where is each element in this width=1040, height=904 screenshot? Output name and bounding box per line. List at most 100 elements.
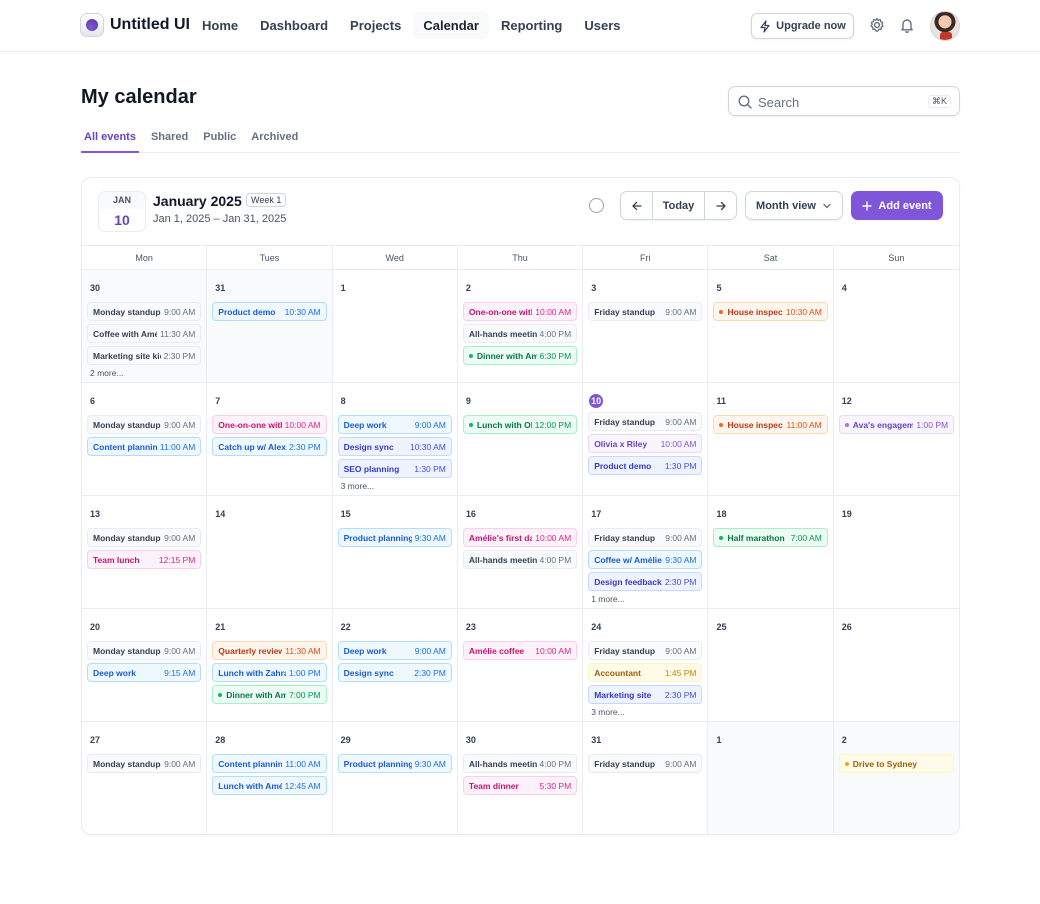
day-cell[interactable]: 16 Amélie's first day 10:00 AM All-hands me… [457, 496, 584, 609]
day-cell[interactable]: 7 One-on-one with Eva10:00 AM Catch up w/ … [207, 383, 333, 496]
day-cell[interactable]: 13 Monday standup 9:00 AM Team lunch 12:15 P… [82, 496, 208, 609]
day-cell[interactable]: 6 Monday standup 9:00 AM Content planning 11… [82, 383, 208, 496]
event-chip[interactable]: House inspection11:00 AM [713, 415, 828, 434]
event-chip[interactable]: Dinner with Amélie7:00 PM [212, 685, 327, 704]
logo[interactable]: Untitled UI [80, 13, 190, 37]
day-cell[interactable]: 9 Lunch with Olivia12:00 PM [457, 383, 584, 496]
event-chip[interactable]: Marketing site kickoff2:30 PM [87, 346, 202, 365]
event-chip[interactable]: One-on-one with Eva10:00 AM [212, 415, 327, 434]
event-chip[interactable]: Friday standup 9:00 AM [588, 412, 703, 431]
event-chip[interactable]: All-hands meeting 4:00 PM [462, 550, 578, 569]
day-cell[interactable]: 18 Half marathon 7:00 AM [708, 496, 834, 609]
day-cell[interactable]: 24 Friday standup 9:00 AM Accountant 1:45 PM… [583, 609, 709, 722]
event-chip[interactable]: Coffee with Amélie11:30 AM [87, 324, 202, 343]
day-cell[interactable]: 1 [332, 270, 458, 383]
user-avatar[interactable] [930, 11, 960, 41]
nav-item-projects[interactable]: Projects [340, 12, 411, 39]
day-cell[interactable]: 30 Monday standup9:00 AM Coffee with Améli… [82, 270, 208, 383]
day-cell[interactable]: 22 Deep work 9:00 AM Design sync 2:30 PM [332, 609, 458, 722]
event-chip[interactable]: Team lunch 12:15 PM [87, 550, 202, 569]
event-chip[interactable]: Monday standup 9:00 AM [87, 528, 202, 547]
day-cell[interactable]: 8 Deep work 9:00 AM Design sync 10:30 AM SEO … [332, 383, 458, 496]
day-cell[interactable]: 5 House inspection10:30 AM [708, 270, 834, 383]
tab-all-events[interactable]: All events [81, 124, 139, 153]
day-cell[interactable]: 1 [708, 722, 834, 834]
notification-bell-icon[interactable] [898, 16, 916, 34]
event-chip[interactable]: Monday standup 9:00 AM [87, 302, 202, 321]
day-cell[interactable]: 26 [833, 609, 959, 722]
day-cell[interactable]: 31 Product demo 10:30 AM [207, 270, 333, 383]
today-button[interactable]: Today [652, 192, 705, 219]
event-chip[interactable]: Friday standup 9:00 AM [588, 641, 703, 660]
day-cell[interactable]: 14 [207, 496, 333, 609]
event-chip[interactable]: Friday standup 9:00 AM [588, 754, 703, 773]
more-events-link[interactable]: 3 more... [341, 481, 452, 491]
event-chip[interactable]: Deep work 9:00 AM [337, 415, 452, 434]
day-cell[interactable]: 10 Friday standup 9:00 AM Olivia x Riley 10:… [583, 383, 709, 496]
event-chip[interactable]: Drive to Sydney [838, 754, 955, 773]
event-chip[interactable]: Content planning 11:00 AM [212, 754, 327, 773]
day-cell[interactable]: 3 Friday standup 9:00 AM [583, 270, 709, 383]
day-cell[interactable]: 15 Product planning 9:30 AM [332, 496, 458, 609]
event-chip[interactable]: All-hands meeting 4:00 PM [462, 324, 578, 343]
more-events-link[interactable]: 1 more... [591, 594, 702, 604]
more-events-link[interactable]: 2 more... [90, 368, 201, 378]
day-cell[interactable]: 23 Amélie coffee 10:00 AM [457, 609, 584, 722]
day-cell[interactable]: 30 All-hands meeting 4:00 PM Team dinner 5:3… [458, 722, 584, 834]
event-chip[interactable]: Friday standup 9:00 AM [588, 302, 703, 321]
event-chip[interactable]: Product demo 10:30 AM [212, 302, 327, 321]
previous-month-button[interactable] [621, 192, 652, 219]
event-chip[interactable]: Monday standup 9:00 AM [87, 641, 202, 660]
event-chip[interactable]: Design sync 2:30 PM [337, 663, 452, 682]
event-chip[interactable]: Lunch with Olivia12:00 PM [462, 415, 578, 434]
event-chip[interactable]: Half marathon 7:00 AM [713, 528, 828, 547]
event-chip[interactable]: Accountant 1:45 PM [588, 663, 703, 682]
day-cell[interactable]: 27 Monday standup 9:00 AM [82, 722, 208, 834]
tab-shared[interactable]: Shared [148, 124, 191, 153]
event-chip[interactable]: Coffee w/ Amélie 9:30 AM [588, 550, 703, 569]
add-event-button[interactable]: Add event [851, 191, 943, 220]
tab-public[interactable]: Public [200, 124, 239, 153]
event-chip[interactable]: House inspection10:30 AM [713, 302, 828, 321]
event-chip[interactable]: Friday standup 9:00 AM [588, 528, 703, 547]
filter-circle-icon[interactable] [589, 198, 604, 213]
event-chip[interactable]: Monday standup 9:00 AM [87, 415, 202, 434]
event-chip[interactable]: Content planning 11:00 AM [87, 437, 202, 456]
day-cell[interactable]: 12 Ava's engagement party1:00 PM [833, 383, 959, 496]
day-cell[interactable]: 4 [833, 270, 959, 383]
event-chip[interactable]: Amélie's first day 10:00 AM [462, 528, 578, 547]
event-chip[interactable]: Ava's engagement party1:00 PM [838, 415, 955, 434]
settings-gear-icon[interactable] [868, 16, 886, 34]
day-cell[interactable]: 2 Drive to Sydney [833, 722, 959, 834]
nav-item-users[interactable]: Users [574, 12, 630, 39]
event-chip[interactable]: All-hands meeting 4:00 PM [462, 754, 578, 773]
day-cell[interactable]: 29 Product planning 9:30 AM [333, 722, 458, 834]
next-month-button[interactable] [705, 192, 736, 219]
event-chip[interactable]: Product planning 9:30 AM [337, 754, 452, 773]
event-chip[interactable]: Design feedback 2:30 PM [588, 572, 703, 591]
day-cell[interactable]: 17 Friday standup 9:00 AM Coffee w/ Amélie 9… [583, 496, 709, 609]
nav-item-dashboard[interactable]: Dashboard [250, 12, 338, 39]
event-chip[interactable]: Olivia x Riley 10:00 AM [588, 434, 703, 453]
event-chip[interactable]: Marketing site 2:30 PM [588, 685, 703, 704]
event-chip[interactable]: Product planning 9:30 AM [337, 528, 452, 547]
event-chip[interactable]: Lunch with Amélie12:45 AM [212, 776, 327, 795]
event-chip[interactable]: SEO planning 1:30 PM [337, 459, 452, 478]
event-chip[interactable]: Lunch with Zahra 1:00 PM [212, 663, 327, 682]
day-cell[interactable]: 11 House inspection11:00 AM [708, 383, 834, 496]
search-input[interactable]: Search ⌘K [728, 86, 960, 116]
event-chip[interactable]: Dinner with Amélie6:30 PM [462, 346, 578, 365]
event-chip[interactable]: Monday standup 9:00 AM [87, 754, 202, 773]
event-chip[interactable]: One-on-one with Eva10:00 AM [462, 302, 578, 321]
event-chip[interactable]: Product demo 1:30 PM [588, 456, 703, 475]
day-cell[interactable]: 28 Content planning11:00 AM Lunch with Amé… [207, 722, 333, 834]
view-select-dropdown[interactable]: Month view [745, 191, 843, 220]
day-cell[interactable]: 21 Quarterly review 11:30 AM Lunch with Zah… [207, 609, 333, 722]
event-chip[interactable]: Amélie coffee 10:00 AM [462, 641, 578, 660]
event-chip[interactable]: Team dinner 5:30 PM [462, 776, 578, 795]
more-events-link[interactable]: 3 more... [591, 707, 702, 717]
event-chip[interactable]: Quarterly review 11:30 AM [212, 641, 327, 660]
day-cell[interactable]: 25 [708, 609, 834, 722]
day-cell[interactable]: 2 One-on-one with Eva10:00 AM All-hands me… [457, 270, 584, 383]
tab-archived[interactable]: Archived [248, 124, 301, 153]
